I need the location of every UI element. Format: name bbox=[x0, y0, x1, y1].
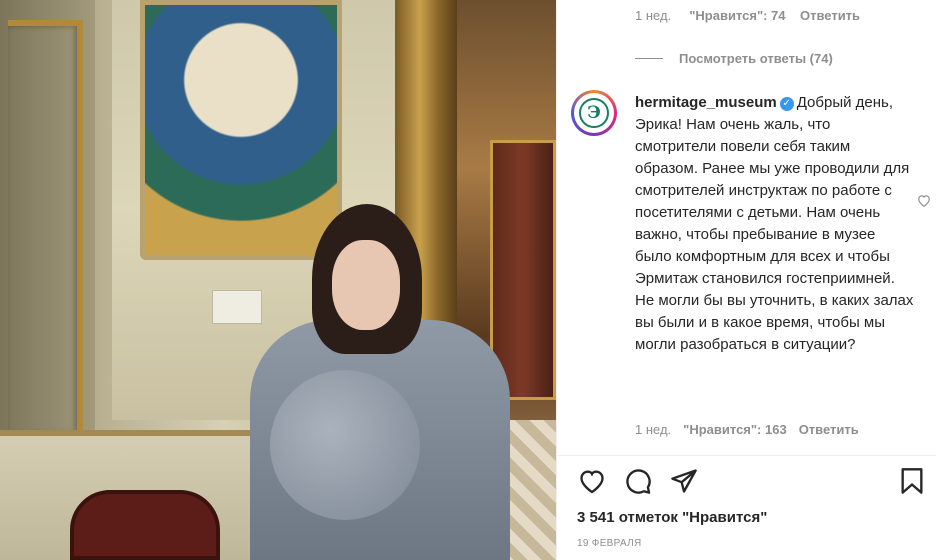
previous-reply-reply-button[interactable]: Ответить bbox=[800, 8, 860, 23]
likes-count[interactable]: 3 541 отметок "Нравится" bbox=[577, 509, 767, 526]
avatar-ring: Э bbox=[574, 93, 614, 133]
previous-reply-meta: 1 нед. "Нравится": 74 Ответить bbox=[635, 8, 860, 23]
action-bar bbox=[577, 466, 927, 498]
comment-body: hermitage_museum ✓ Добрый день, Эрика! Нам… bbox=[635, 92, 915, 356]
face bbox=[332, 240, 400, 330]
previous-reply-likes[interactable]: "Нравится": 74 bbox=[689, 8, 785, 23]
comment-time: 1 нед. bbox=[635, 422, 672, 437]
red-chair bbox=[70, 490, 220, 560]
comment-like-icon[interactable] bbox=[917, 194, 931, 211]
comment-icon[interactable] bbox=[623, 466, 653, 496]
comment-username[interactable]: hermitage_museum bbox=[635, 94, 777, 111]
post-photo[interactable] bbox=[0, 0, 556, 560]
comment-meta: 1 нед. "Нравится": 163 Ответить bbox=[635, 422, 859, 437]
comment-likes[interactable]: "Нравится": 163 bbox=[683, 422, 787, 437]
comments-panel: 1 нед. "Нравится": 74 Ответить Посмотрет… bbox=[556, 0, 936, 560]
bookmark-icon[interactable] bbox=[897, 466, 927, 496]
comment-text: Добрый день, Эрика! Нам очень жаль, что … bbox=[635, 94, 914, 353]
woman-with-baby bbox=[250, 200, 510, 560]
verified-badge-icon: ✓ bbox=[779, 97, 794, 111]
view-replies-button[interactable]: Посмотреть ответы (74) bbox=[635, 49, 833, 67]
view-replies-label: Посмотреть ответы (74) bbox=[679, 50, 833, 66]
previous-reply-time: 1 нед. bbox=[635, 8, 672, 23]
share-icon[interactable] bbox=[669, 466, 699, 496]
divider bbox=[557, 455, 936, 456]
baby-sling bbox=[270, 370, 420, 520]
gilded-frame-left bbox=[8, 20, 83, 440]
comment-reply-button[interactable]: Ответить bbox=[799, 422, 859, 437]
avatar[interactable]: Э bbox=[571, 90, 617, 136]
hermitage-logo-icon: Э bbox=[579, 98, 609, 128]
post-date[interactable]: 19 февраля bbox=[577, 538, 642, 549]
view-replies-line bbox=[635, 57, 663, 59]
heart-icon[interactable] bbox=[577, 466, 607, 496]
